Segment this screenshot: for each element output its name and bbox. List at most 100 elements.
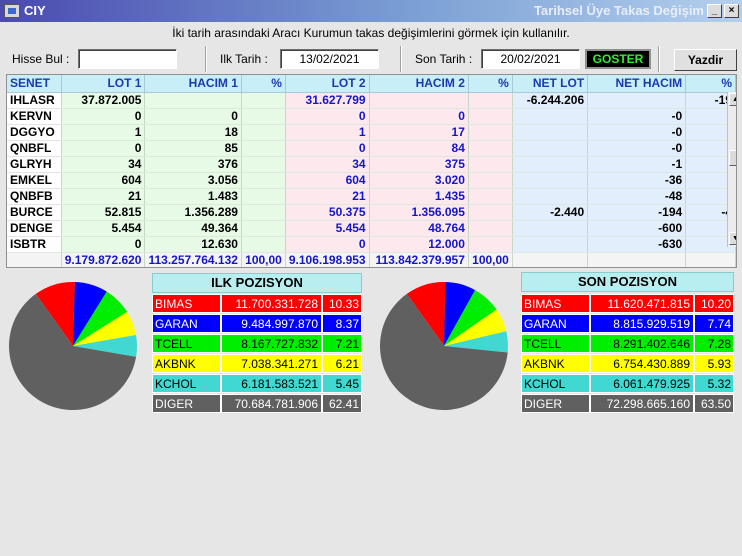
goster-button[interactable]: GOSTER xyxy=(585,49,651,69)
minimize-button[interactable]: _ xyxy=(707,4,722,18)
table-row[interactable]: EMKEL 604 3.056 604 3.020 -36 xyxy=(7,172,736,189)
son-pozisyon-title: SON POZISYON xyxy=(521,272,734,292)
legend-name: KCHOL xyxy=(152,374,221,393)
senet-cell: QNBFL xyxy=(7,140,62,157)
table-cell: 0 xyxy=(285,236,370,253)
legend-name: BIMAS xyxy=(152,294,221,313)
takas-grid: SENET LOT 1 HACIM 1% LOT 2 HACIM 2% NET LOT NE… xyxy=(7,75,736,267)
table-cell: 48.764 xyxy=(369,220,469,237)
table-cell xyxy=(468,188,513,205)
table-cell: -600 xyxy=(587,220,687,237)
table-row[interactable]: QNBFB 21 1.483 21 1.435 -48 xyxy=(7,188,736,205)
table-row[interactable]: BURCE 52.815 1.356.289 50.375 1.356.095 -2.44… xyxy=(7,204,736,221)
total-cell xyxy=(512,251,589,267)
table-header-row: SENET LOT 1 HACIM 1% LOT 2 HACIM 2% NET LOT NE… xyxy=(7,75,736,93)
toolbar-separator xyxy=(658,46,660,72)
table-row[interactable]: ISBTR 0 12.630 0 12.000 -630 xyxy=(7,236,736,253)
table-row[interactable]: IHLASR 37.872.005 31.627.799 -6.244.206 -19 xyxy=(7,92,736,109)
table-row[interactable]: QNBFL 0 85 0 84 -0 xyxy=(7,140,736,157)
total-cell xyxy=(685,251,736,267)
table-cell: 0 xyxy=(285,108,370,125)
table-row[interactable]: GLRYH 34 376 34 375 -1 xyxy=(7,156,736,173)
senet-cell: DENGE xyxy=(7,220,62,237)
table-cell: 3.020 xyxy=(369,172,469,189)
column-header[interactable]: NET HACIM xyxy=(587,75,687,93)
legend-name: TCELL xyxy=(152,334,221,353)
column-header[interactable]: % xyxy=(241,75,286,93)
table-cell: -2.440 xyxy=(512,204,589,221)
totals-row: 9.179.872.620 113.257.764.132 100,00 9.106.… xyxy=(7,251,736,267)
table-cell: 1.483 xyxy=(144,188,242,205)
column-header[interactable]: LOT 2 xyxy=(285,75,370,93)
legend-value: 8.815.929.519 xyxy=(590,314,694,333)
table-cell xyxy=(241,156,286,173)
scroll-up-icon[interactable]: ▲ xyxy=(729,93,736,106)
table-cell: 5.454 xyxy=(285,220,370,237)
column-header[interactable]: NET LOT xyxy=(512,75,589,93)
table-row[interactable]: KERVN 0 0 0 0 -0 xyxy=(7,108,736,125)
table-cell: 21 xyxy=(61,188,146,205)
legend-pct: 63.50 xyxy=(694,394,734,413)
column-header[interactable]: % xyxy=(685,75,736,93)
table-cell xyxy=(512,140,589,157)
table-cell: 1.356.289 xyxy=(144,204,242,221)
table-cell: 604 xyxy=(285,172,370,189)
senet-cell: EMKEL xyxy=(7,172,62,189)
close-button[interactable]: × xyxy=(724,4,739,18)
table-row[interactable]: DGGYO 1 18 1 17 -0 xyxy=(7,124,736,141)
table-cell: 375 xyxy=(369,156,469,173)
legend-pct: 8.37 xyxy=(322,314,362,333)
scroll-down-icon[interactable]: ▼ xyxy=(729,232,736,245)
toolbar-separator xyxy=(400,46,402,72)
ilk-tarih-field[interactable]: 13/02/2021 xyxy=(280,49,379,69)
table-cell xyxy=(241,220,286,237)
son-tarih-field[interactable]: 20/02/2021 xyxy=(481,49,580,69)
senet-cell: GLRYH xyxy=(7,156,62,173)
ilk-pozisyon-title: ILK POZISYON xyxy=(152,273,362,293)
table-cell: -0 xyxy=(587,124,687,141)
vertical-scrollbar[interactable]: ▲ ▼ xyxy=(727,92,736,247)
legend-pct: 62.41 xyxy=(322,394,362,413)
table-cell: 17 xyxy=(369,124,469,141)
legend-row-akbnk: AKBNK 6.754.430.889 5.93 xyxy=(521,354,734,373)
yazdir-button[interactable]: Yazdir xyxy=(674,49,737,71)
table-cell xyxy=(512,108,589,125)
legend-value: 11.700.331.728 xyxy=(221,294,322,313)
column-header[interactable]: LOT 1 xyxy=(61,75,146,93)
takas-table[interactable]: SENET LOT 1 HACIM 1% LOT 2 HACIM 2% NET LOT NE… xyxy=(6,74,737,268)
table-cell: -48 xyxy=(587,188,687,205)
column-header[interactable]: SENET xyxy=(7,75,62,93)
legend-pct: 10.20 xyxy=(694,294,734,313)
column-header[interactable]: HACIM 1 xyxy=(144,75,242,93)
legend-pct: 5.32 xyxy=(694,374,734,393)
total-cell: 100,00 xyxy=(468,251,513,267)
table-cell: 1 xyxy=(285,124,370,141)
app-icon xyxy=(4,4,20,18)
table-cell: -0 xyxy=(587,108,687,125)
table-cell: -194 xyxy=(587,204,687,221)
table-cell: 0 xyxy=(61,108,146,125)
legend-name: DIGER xyxy=(152,394,221,413)
ilk-tarih-label: Ilk Tarih : xyxy=(220,52,268,66)
table-cell: 12.630 xyxy=(144,236,242,253)
title-bar[interactable]: CIY Tarihsel Üye Takas Değişim _ × xyxy=(0,0,742,22)
table-cell: 1 xyxy=(61,124,146,141)
legend-value: 8.291.402.646 xyxy=(590,334,694,353)
hisse-search-input[interactable] xyxy=(78,49,177,69)
app-name: CIY xyxy=(24,3,46,18)
table-cell: 1.356.095 xyxy=(369,204,469,221)
legend-pct: 5.45 xyxy=(322,374,362,393)
table-cell: -1 xyxy=(587,156,687,173)
table-cell xyxy=(468,172,513,189)
scroll-thumb[interactable] xyxy=(729,150,736,166)
senet-cell: ISBTR xyxy=(7,236,62,253)
senet-cell: BURCE xyxy=(7,204,62,221)
senet-cell: DGGYO xyxy=(7,124,62,141)
table-row[interactable]: DENGE 5.454 49.364 5.454 48.764 -600 xyxy=(7,220,736,237)
table-cell xyxy=(512,156,589,173)
column-header[interactable]: HACIM 2 xyxy=(369,75,469,93)
table-cell: -6.244.206 xyxy=(512,92,589,109)
column-header[interactable]: % xyxy=(468,75,513,93)
table-cell xyxy=(468,124,513,141)
senet-cell: QNBFB xyxy=(7,188,62,205)
